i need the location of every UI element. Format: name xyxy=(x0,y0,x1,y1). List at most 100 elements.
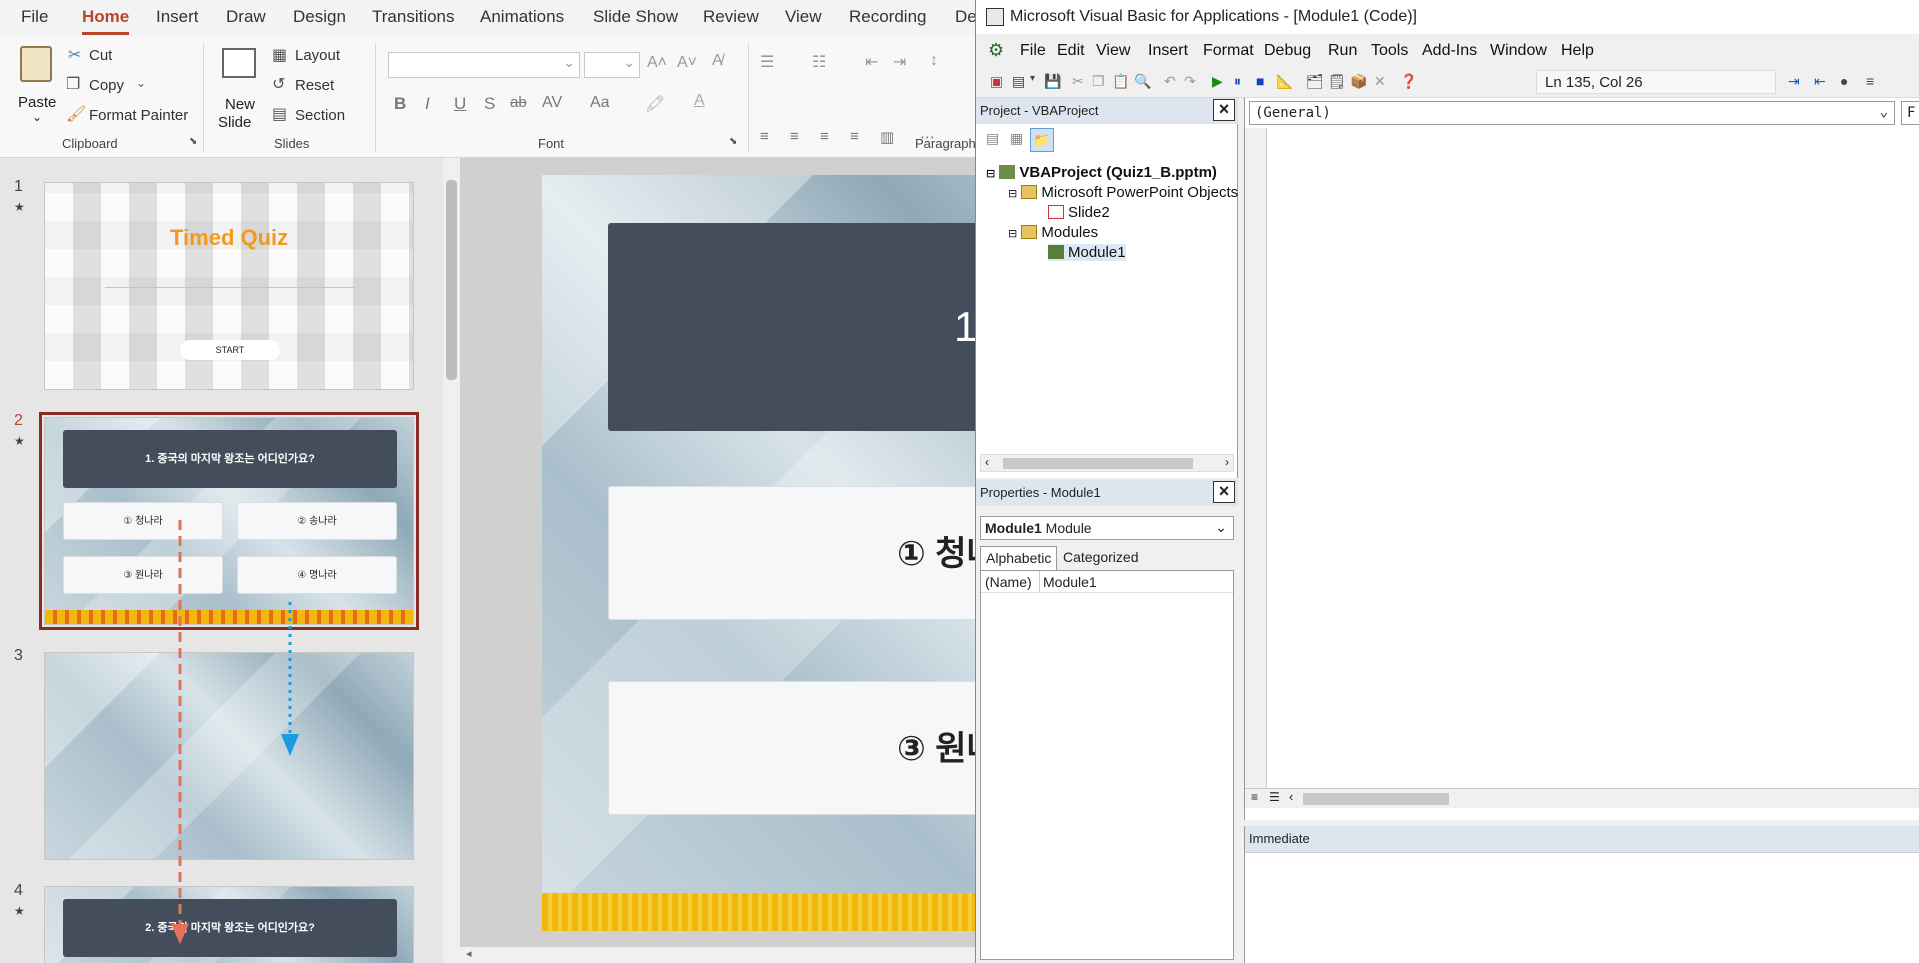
tab-recording[interactable]: Recording xyxy=(849,7,927,27)
thumbnails-scrollbar[interactable] xyxy=(443,158,460,963)
find-icon[interactable]: 🔍 xyxy=(1134,73,1151,90)
chevron-down-icon[interactable]: ▾ xyxy=(1030,73,1035,84)
properties-window-icon[interactable]: 🗒 xyxy=(1328,73,1346,90)
scroll-right-icon[interactable]: › xyxy=(1225,455,1229,469)
object-browser-icon[interactable]: 📦 xyxy=(1350,73,1367,90)
procedure-combo[interactable]: F xyxy=(1901,101,1919,125)
menu-help[interactable]: Help xyxy=(1561,42,1594,60)
indent-icon[interactable]: ⇥ xyxy=(1788,73,1800,90)
underline-button[interactable]: U xyxy=(454,94,466,114)
line-spacing-icon[interactable]: ↕ xyxy=(930,52,938,70)
tab-home[interactable]: Home xyxy=(82,7,130,35)
bullets-icon[interactable]: ☰ xyxy=(760,52,774,72)
justify-icon[interactable]: ≡ xyxy=(850,128,859,145)
cut-icon[interactable]: ✂ xyxy=(1072,73,1084,90)
menu-tools[interactable]: Tools xyxy=(1371,42,1408,60)
collapse-icon[interactable]: ⊟ xyxy=(986,168,995,180)
current-slide[interactable]: 1. 중 ① 청나라 ③ 원나라 xyxy=(542,175,975,931)
layout-button[interactable]: Layout xyxy=(295,47,340,64)
section-button[interactable]: Section xyxy=(295,107,345,124)
chevron-down-icon[interactable]: ⌄ xyxy=(136,76,146,90)
scroll-left-icon[interactable]: ◂ xyxy=(466,947,472,960)
menu-file[interactable]: File xyxy=(1020,42,1046,60)
dialog-launcher-icon[interactable]: ⬊ xyxy=(729,136,737,147)
shadow-button[interactable]: S xyxy=(484,94,495,114)
toggle-folders-icon[interactable]: 📁 xyxy=(1030,128,1054,152)
tree-node-vbaproject[interactable]: ⊟ VBAProject (Quiz1_B.pptm) xyxy=(986,164,1217,181)
redo-icon[interactable]: ↷ xyxy=(1184,73,1196,90)
menu-run[interactable]: Run xyxy=(1328,42,1357,60)
format-painter-button[interactable]: Format Painter xyxy=(89,107,188,124)
toggle-breakpoint-icon[interactable]: ● xyxy=(1840,73,1848,89)
tab-draw[interactable]: Draw xyxy=(226,7,266,27)
dialog-launcher-icon[interactable]: ⬊ xyxy=(189,136,197,147)
close-icon[interactable]: × xyxy=(1213,481,1235,503)
clear-format-icon[interactable]: A̸ xyxy=(712,52,723,70)
comment-block-icon[interactable]: ≡ xyxy=(1866,73,1874,89)
tree-node-slide2[interactable]: Slide2 xyxy=(1048,204,1110,221)
numbering-icon[interactable]: ☷ xyxy=(812,52,826,72)
property-value[interactable]: Module1 xyxy=(1043,574,1097,590)
decrease-indent-icon[interactable]: ⇤ xyxy=(865,52,878,72)
menu-format[interactable]: Format xyxy=(1203,42,1254,60)
tab-design-cut[interactable]: De xyxy=(955,7,975,27)
new-slide-button[interactable]: New Slide xyxy=(214,44,264,131)
scroll-left-icon[interactable]: ‹ xyxy=(1289,789,1293,804)
tab-design[interactable]: Design xyxy=(293,7,346,27)
tab-alphabetic[interactable]: Alphabetic xyxy=(980,546,1058,570)
collapse-icon[interactable]: ⊟ xyxy=(1008,188,1017,200)
tab-file[interactable]: File xyxy=(21,7,48,27)
align-center-icon[interactable]: ≡ xyxy=(790,128,799,145)
paste-icon[interactable]: 📋 xyxy=(1112,73,1129,90)
close-icon[interactable]: × xyxy=(1213,99,1235,121)
columns-icon[interactable]: ▥ xyxy=(880,128,894,146)
change-case-button[interactable]: Aa xyxy=(590,94,610,112)
design-mode-icon[interactable]: 📐 xyxy=(1276,73,1293,90)
paste-button[interactable]: Paste ⌄ xyxy=(14,44,58,126)
collapse-icon[interactable]: ⊟ xyxy=(1008,228,1017,240)
tab-slide-show[interactable]: Slide Show xyxy=(593,7,678,27)
full-module-view-icon[interactable]: ☰ xyxy=(1269,790,1280,804)
view-powerpoint-icon[interactable]: ▣ xyxy=(990,73,1003,90)
menu-edit[interactable]: Edit xyxy=(1057,42,1085,60)
object-combo[interactable]: (General) ⌄ xyxy=(1249,101,1895,125)
reset-button[interactable]: Reset xyxy=(295,77,334,94)
undo-icon[interactable]: ↶ xyxy=(1164,73,1176,90)
view-object-icon[interactable]: ▦ xyxy=(1010,130,1023,147)
break-icon[interactable]: ⏸ xyxy=(1234,73,1241,90)
char-spacing-button[interactable]: AV xyxy=(542,94,562,112)
outdent-icon[interactable]: ⇤ xyxy=(1814,73,1826,90)
scrollbar-thumb[interactable] xyxy=(1303,793,1449,805)
tree-node-modules[interactable]: ⊟ Modules xyxy=(1008,224,1098,241)
run-icon[interactable]: ▶ xyxy=(1212,73,1223,90)
font-name-combo[interactable] xyxy=(388,52,580,78)
increase-indent-icon[interactable]: ⇥ xyxy=(893,52,906,72)
insert-module-icon[interactable]: ▤ xyxy=(1012,73,1025,90)
tab-categorized[interactable]: Categorized xyxy=(1058,546,1144,570)
code-editor[interactable] xyxy=(1245,128,1919,808)
immediate-input[interactable] xyxy=(1245,852,1919,963)
highlight-icon[interactable]: 🖍 xyxy=(645,94,665,114)
tree-node-ppt-objects[interactable]: ⊟ Microsoft PowerPoint Objects xyxy=(1008,184,1238,201)
copy-button[interactable]: Copy xyxy=(89,77,124,94)
font-grow-icon[interactable]: A˄ xyxy=(647,54,667,72)
tab-animations[interactable]: Animations xyxy=(480,7,564,27)
tab-review[interactable]: Review xyxy=(703,7,759,27)
copy-icon[interactable]: ❐ xyxy=(1092,73,1105,90)
menu-debug[interactable]: Debug xyxy=(1264,42,1311,60)
tab-transitions[interactable]: Transitions xyxy=(372,7,455,27)
strikethrough-button[interactable]: ab xyxy=(510,94,527,111)
project-hscroll[interactable]: ‹ › xyxy=(980,454,1234,472)
project-explorer-icon[interactable]: 🗂 xyxy=(1306,73,1324,90)
italic-button[interactable]: I xyxy=(425,94,430,114)
scroll-left-icon[interactable]: ‹ xyxy=(985,455,989,469)
font-color-icon[interactable]: A xyxy=(694,92,705,110)
bold-button[interactable]: B xyxy=(394,94,406,114)
menu-view[interactable]: View xyxy=(1096,42,1130,60)
procedure-view-icon[interactable]: ≡ xyxy=(1251,790,1258,804)
scrollbar-thumb[interactable] xyxy=(1003,458,1193,469)
reset-icon[interactable]: ■ xyxy=(1256,73,1264,89)
align-left-icon[interactable]: ≡ xyxy=(760,128,769,145)
menu-window[interactable]: Window xyxy=(1490,42,1547,60)
font-size-combo[interactable] xyxy=(584,52,640,78)
